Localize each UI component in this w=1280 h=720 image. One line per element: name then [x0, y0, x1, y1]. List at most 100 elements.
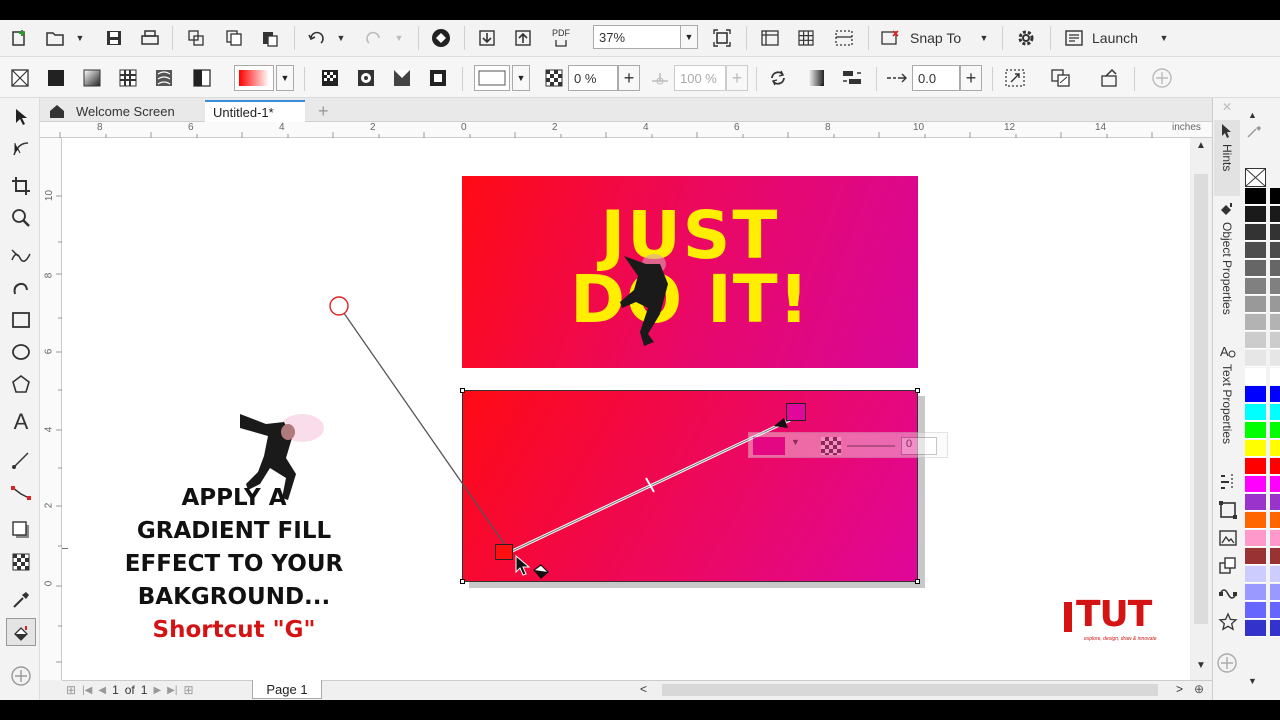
fountain-fill-icon[interactable]: [78, 65, 106, 91]
pick-tool-icon[interactable]: [6, 103, 36, 131]
floating-color-swatch[interactable]: [753, 437, 785, 455]
interactive-fill-tool-icon[interactable]: [6, 618, 36, 646]
palette-swatch-secondary[interactable]: [1270, 386, 1280, 403]
palette-swatch[interactable]: [1245, 278, 1266, 295]
palette-swatch[interactable]: [1245, 314, 1266, 331]
page-1-tab[interactable]: Page 1: [252, 680, 322, 699]
checker-transparency-icon[interactable]: [542, 65, 566, 91]
star-icon[interactable]: [1218, 612, 1240, 634]
floating-transparency-icon[interactable]: [821, 437, 841, 455]
palette-swatch-secondary[interactable]: [1270, 584, 1280, 601]
selection-handle[interactable]: [460, 579, 465, 584]
effects-icon[interactable]: [1218, 584, 1240, 606]
docker-close-icon[interactable]: ✕: [1222, 100, 1232, 114]
search-content-icon[interactable]: [428, 26, 454, 50]
palette-swatch-secondary[interactable]: [1270, 566, 1280, 583]
tab-welcome-screen[interactable]: Welcome Screen: [40, 100, 204, 122]
palette-swatch-secondary[interactable]: [1270, 458, 1280, 475]
offset-value-field[interactable]: 0.0: [912, 65, 960, 91]
vertical-ruler[interactable]: [40, 138, 62, 680]
transparency-value-field[interactable]: 0 %: [568, 65, 618, 91]
palette-scroll-up-icon[interactable]: ▲: [1248, 110, 1257, 120]
artistic-media-tool-icon[interactable]: [6, 274, 36, 302]
cut-icon[interactable]: [184, 26, 208, 50]
palette-swatch[interactable]: [1245, 350, 1266, 367]
new-document-icon[interactable]: [6, 26, 32, 50]
launch-label[interactable]: Launch: [1092, 26, 1148, 50]
transparency-color-dropdown-chevron-icon[interactable]: ▼: [512, 65, 530, 91]
palette-swatch-secondary[interactable]: [1270, 494, 1280, 511]
palette-swatch-secondary[interactable]: [1270, 296, 1280, 313]
arrange-icon[interactable]: [1218, 556, 1240, 578]
gear-icon[interactable]: [1012, 26, 1040, 50]
zoom-navigator-icon[interactable]: ⊕: [1194, 682, 1204, 696]
show-guidelines-icon[interactable]: [830, 26, 858, 50]
palette-no-color-swatch[interactable]: [1245, 168, 1266, 187]
palette-swatch[interactable]: [1245, 548, 1266, 565]
palette-swatch[interactable]: [1245, 206, 1266, 223]
snap-to-icon[interactable]: [876, 26, 904, 50]
connector-tool-icon[interactable]: [6, 478, 36, 506]
transform-icon[interactable]: [1218, 500, 1240, 522]
palette-swatch-secondary[interactable]: [1270, 206, 1280, 223]
vector-pattern-fill-icon[interactable]: [114, 65, 142, 91]
import-icon[interactable]: [474, 26, 500, 50]
undo-icon[interactable]: [304, 26, 328, 50]
snap-to-dropdown-chevron-icon[interactable]: ▼: [976, 26, 992, 50]
launch-icon[interactable]: [1060, 26, 1088, 50]
show-grid-icon[interactable]: [792, 26, 820, 50]
palette-swatch-secondary[interactable]: [1270, 350, 1280, 367]
palette-swatch-secondary[interactable]: [1270, 242, 1280, 259]
palette-swatch-secondary[interactable]: [1270, 188, 1280, 205]
palette-swatch[interactable]: [1245, 260, 1266, 277]
horizontal-ruler[interactable]: [40, 122, 1212, 138]
new-tab-plus-icon[interactable]: +: [310, 100, 336, 122]
drop-shadow-tool-icon[interactable]: [6, 516, 36, 544]
add-docker-icon[interactable]: [1216, 652, 1240, 676]
palette-swatch[interactable]: [1245, 494, 1266, 511]
vertical-scroll-thumb[interactable]: [1194, 174, 1208, 624]
zoom-dropdown-chevron-icon[interactable]: ▼: [680, 25, 698, 49]
full-screen-preview-icon[interactable]: [708, 26, 736, 50]
drawing-canvas[interactable]: JUST DO IT! ▼ 0 APPLY A GRADIENT FILL EF…: [62, 138, 1190, 680]
edit-transparency-icon[interactable]: [838, 65, 866, 91]
tab-untitled-1[interactable]: Untitled-1*: [205, 100, 305, 122]
palette-swatch-secondary[interactable]: [1270, 512, 1280, 529]
selection-handle[interactable]: [915, 579, 920, 584]
bitmap-icon[interactable]: [1218, 528, 1240, 550]
palette-swatch[interactable]: [1245, 458, 1266, 475]
floating-node-toolbar[interactable]: ▼ 0: [748, 432, 948, 458]
transparency-color-swatch[interactable]: [474, 65, 510, 91]
floating-value-field[interactable]: 0: [901, 437, 937, 455]
snap-to-label[interactable]: Snap To: [910, 26, 972, 50]
vertical-scrollbar[interactable]: ▲ ▼: [1190, 138, 1212, 680]
paste-icon[interactable]: [258, 26, 282, 50]
polygon-tool-icon[interactable]: [6, 370, 36, 398]
palette-swatch[interactable]: [1245, 422, 1266, 439]
free-scale-skew-icon[interactable]: [1000, 65, 1030, 91]
copy-transparency-icon[interactable]: [1046, 65, 1076, 91]
palette-swatch[interactable]: [1245, 332, 1266, 349]
palette-swatch[interactable]: [1245, 530, 1266, 547]
palette-swatch-secondary[interactable]: [1270, 476, 1280, 493]
selection-handle[interactable]: [460, 388, 465, 393]
palette-swatch-secondary[interactable]: [1270, 314, 1280, 331]
palette-swatch[interactable]: [1245, 584, 1266, 601]
launch-dropdown-chevron-icon[interactable]: ▼: [1156, 26, 1172, 50]
transparency-mode-icon[interactable]: [802, 65, 830, 91]
scroll-right-icon[interactable]: >: [1176, 682, 1183, 696]
rectangle-tool-icon[interactable]: [6, 306, 36, 334]
palette-swatch[interactable]: [1245, 440, 1266, 457]
floating-dropdown-chevron-icon[interactable]: ▼: [791, 437, 800, 447]
undo-dropdown-chevron-icon[interactable]: ▼: [334, 26, 348, 50]
palette-swatch-secondary[interactable]: [1270, 260, 1280, 277]
elliptical-transparency-icon[interactable]: [352, 65, 380, 91]
show-rulers-icon[interactable]: [756, 26, 784, 50]
color-eyedropper-tool-icon[interactable]: [6, 586, 36, 614]
two-color-pattern-fill-icon[interactable]: [188, 65, 216, 91]
rectangular-transparency-icon[interactable]: [424, 65, 452, 91]
palette-swatch[interactable]: [1245, 620, 1266, 637]
text-tool-icon[interactable]: A: [6, 408, 36, 436]
zoom-tool-icon[interactable]: [6, 204, 36, 232]
palette-swatch[interactable]: [1245, 368, 1266, 385]
